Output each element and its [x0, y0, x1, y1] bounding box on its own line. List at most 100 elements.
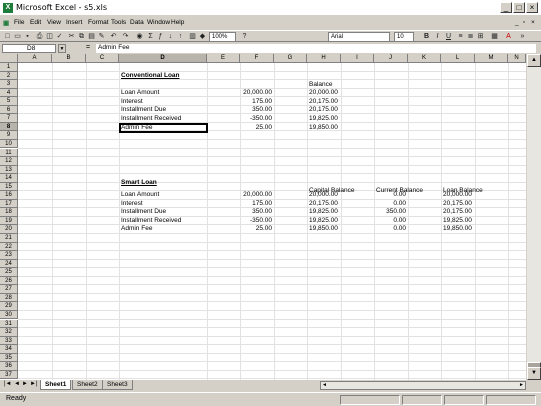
cut-icon[interactable]: ✂: [67, 32, 76, 41]
autosum-icon[interactable]: Σ: [146, 32, 155, 41]
smart-label-2[interactable]: Interest: [121, 200, 143, 208]
smart-current-4[interactable]: 0.00: [374, 217, 406, 225]
column-header-c[interactable]: C: [86, 54, 119, 63]
format-painter-icon[interactable]: ✎: [97, 32, 106, 41]
menu-tools[interactable]: Tools: [111, 19, 126, 26]
smart-amount-2[interactable]: 175.00: [240, 200, 272, 208]
smart-loan-3[interactable]: 20,175.00: [443, 208, 472, 216]
redo-icon[interactable]: ↷: [121, 32, 130, 41]
vertical-scrollbar[interactable]: ▲ ▼: [526, 54, 541, 380]
menu-edit[interactable]: Edit: [30, 19, 41, 26]
font-size-select[interactable]: 10: [394, 32, 414, 42]
horizontal-scrollbar[interactable]: ◄ ►: [320, 381, 526, 390]
drawing-icon[interactable]: ◆: [198, 32, 207, 41]
minimize-button[interactable]: _: [500, 2, 512, 13]
select-all-corner[interactable]: [0, 54, 18, 63]
smart-capital-4[interactable]: 19,825.00: [309, 217, 338, 225]
smart-current-3[interactable]: 350.00: [374, 208, 406, 216]
column-header-m[interactable]: M: [475, 54, 508, 63]
doc-close-icon[interactable]: ×: [531, 19, 535, 26]
align-left-icon[interactable]: ≡: [456, 32, 465, 41]
smart-loan-4[interactable]: 19,825.00: [443, 217, 472, 225]
paste-icon[interactable]: ▤: [87, 32, 96, 41]
first-sheet-icon[interactable]: |◄: [4, 381, 12, 387]
undo-icon[interactable]: ↶: [109, 32, 118, 41]
menu-insert[interactable]: Insert: [66, 19, 82, 26]
smart-loan-1[interactable]: 20,000.00: [443, 191, 472, 199]
smart-amount-5[interactable]: 25.00: [240, 225, 272, 233]
maximize-button[interactable]: □: [513, 2, 525, 13]
workbook-icon[interactable]: ▣: [3, 19, 9, 27]
smart-label-5[interactable]: Admin Fee: [121, 225, 152, 233]
smart-amount-4[interactable]: -350.00: [240, 217, 272, 225]
menu-format[interactable]: Format: [88, 19, 109, 26]
sort-ascending-icon[interactable]: ↓: [166, 32, 175, 41]
column-header-a[interactable]: A: [18, 54, 52, 63]
smart-label-1[interactable]: Loan Amount: [121, 191, 159, 199]
smart-label-3[interactable]: Installment Due: [121, 208, 166, 216]
menu-data[interactable]: Data: [130, 19, 144, 26]
column-header-k[interactable]: K: [408, 54, 441, 63]
align-center-icon[interactable]: ≣: [466, 32, 475, 41]
hyperlink-icon[interactable]: ◉: [135, 32, 144, 41]
font-select[interactable]: Arial: [328, 32, 390, 42]
smart-amount-3[interactable]: 350.00: [240, 208, 272, 216]
column-header-f[interactable]: F: [240, 54, 274, 63]
close-button[interactable]: ×: [526, 2, 538, 13]
tab-sheet1[interactable]: Sheet1: [40, 380, 72, 390]
zoom-select[interactable]: 100%: [209, 32, 236, 42]
borders-icon[interactable]: ▦: [490, 32, 499, 41]
smart-current-5[interactable]: 0.00: [374, 225, 406, 233]
smart-capital-2[interactable]: 20,175.00: [309, 200, 338, 208]
column-header-e[interactable]: E: [207, 54, 240, 63]
column-header-h[interactable]: H: [307, 54, 341, 63]
help-icon[interactable]: ?: [240, 32, 249, 41]
tab-sheet3[interactable]: Sheet3: [102, 380, 133, 390]
name-box-dropdown-icon[interactable]: ▼: [58, 44, 66, 53]
column-header-j[interactable]: J: [374, 54, 408, 63]
merge-center-icon[interactable]: ⊞: [476, 32, 485, 41]
column-header-g[interactable]: G: [274, 54, 307, 63]
menu-file[interactable]: File: [14, 19, 24, 26]
scroll-left-icon[interactable]: ◄: [322, 382, 327, 388]
chart-wizard-icon[interactable]: ▥: [188, 32, 197, 41]
column-header-b[interactable]: B: [52, 54, 86, 63]
italic-icon[interactable]: I: [433, 32, 442, 41]
formula-input[interactable]: Admin Fee: [96, 44, 536, 53]
copy-icon[interactable]: ⧉: [77, 32, 86, 41]
underline-icon[interactable]: U: [444, 32, 453, 41]
doc-minimize-icon[interactable]: _: [515, 19, 519, 26]
column-header-l[interactable]: L: [441, 54, 475, 63]
prev-sheet-icon[interactable]: ◄: [14, 381, 20, 387]
print-icon[interactable]: ⎙: [35, 32, 44, 41]
doc-restore-icon[interactable]: ▫: [523, 19, 525, 26]
smart-amount-1[interactable]: 20,000.00: [240, 191, 272, 199]
column-header-d[interactable]: D: [119, 54, 207, 63]
scroll-right-icon[interactable]: ►: [519, 382, 524, 388]
menu-view[interactable]: View: [47, 19, 61, 26]
smart-capital-1[interactable]: 20,000.00: [309, 191, 338, 199]
smart-loan-2[interactable]: 20,175.00: [443, 200, 472, 208]
open-icon[interactable]: ▭: [13, 32, 22, 41]
tab-sheet2[interactable]: Sheet2: [72, 380, 103, 390]
column-header-n[interactable]: N: [508, 54, 526, 63]
smart-current-2[interactable]: 0.00: [374, 200, 406, 208]
function-icon[interactable]: ƒ: [156, 32, 165, 41]
menu-help[interactable]: Help: [171, 19, 184, 26]
scroll-up-icon[interactable]: ▲: [527, 54, 541, 67]
print-preview-icon[interactable]: ◫: [45, 32, 54, 41]
smart-capital-3[interactable]: 19,825.00: [309, 208, 338, 216]
smart-current-1[interactable]: 0.00: [374, 191, 406, 199]
column-header-i[interactable]: I: [341, 54, 374, 63]
scroll-down-icon[interactable]: ▼: [527, 367, 541, 380]
new-icon[interactable]: □: [3, 32, 12, 41]
font-color-icon[interactable]: A: [504, 32, 513, 41]
spelling-icon[interactable]: ✓: [55, 32, 64, 41]
smart-capital-5[interactable]: 19,850.00: [309, 225, 338, 233]
smart-loan-5[interactable]: 19,850.00: [443, 225, 472, 233]
smart-label-4[interactable]: Installment Received: [121, 217, 181, 225]
sort-descending-icon[interactable]: ↑: [176, 32, 185, 41]
toolbar-options-icon[interactable]: »: [518, 32, 527, 41]
save-icon[interactable]: ▪: [23, 32, 32, 41]
bold-icon[interactable]: B: [422, 32, 431, 41]
